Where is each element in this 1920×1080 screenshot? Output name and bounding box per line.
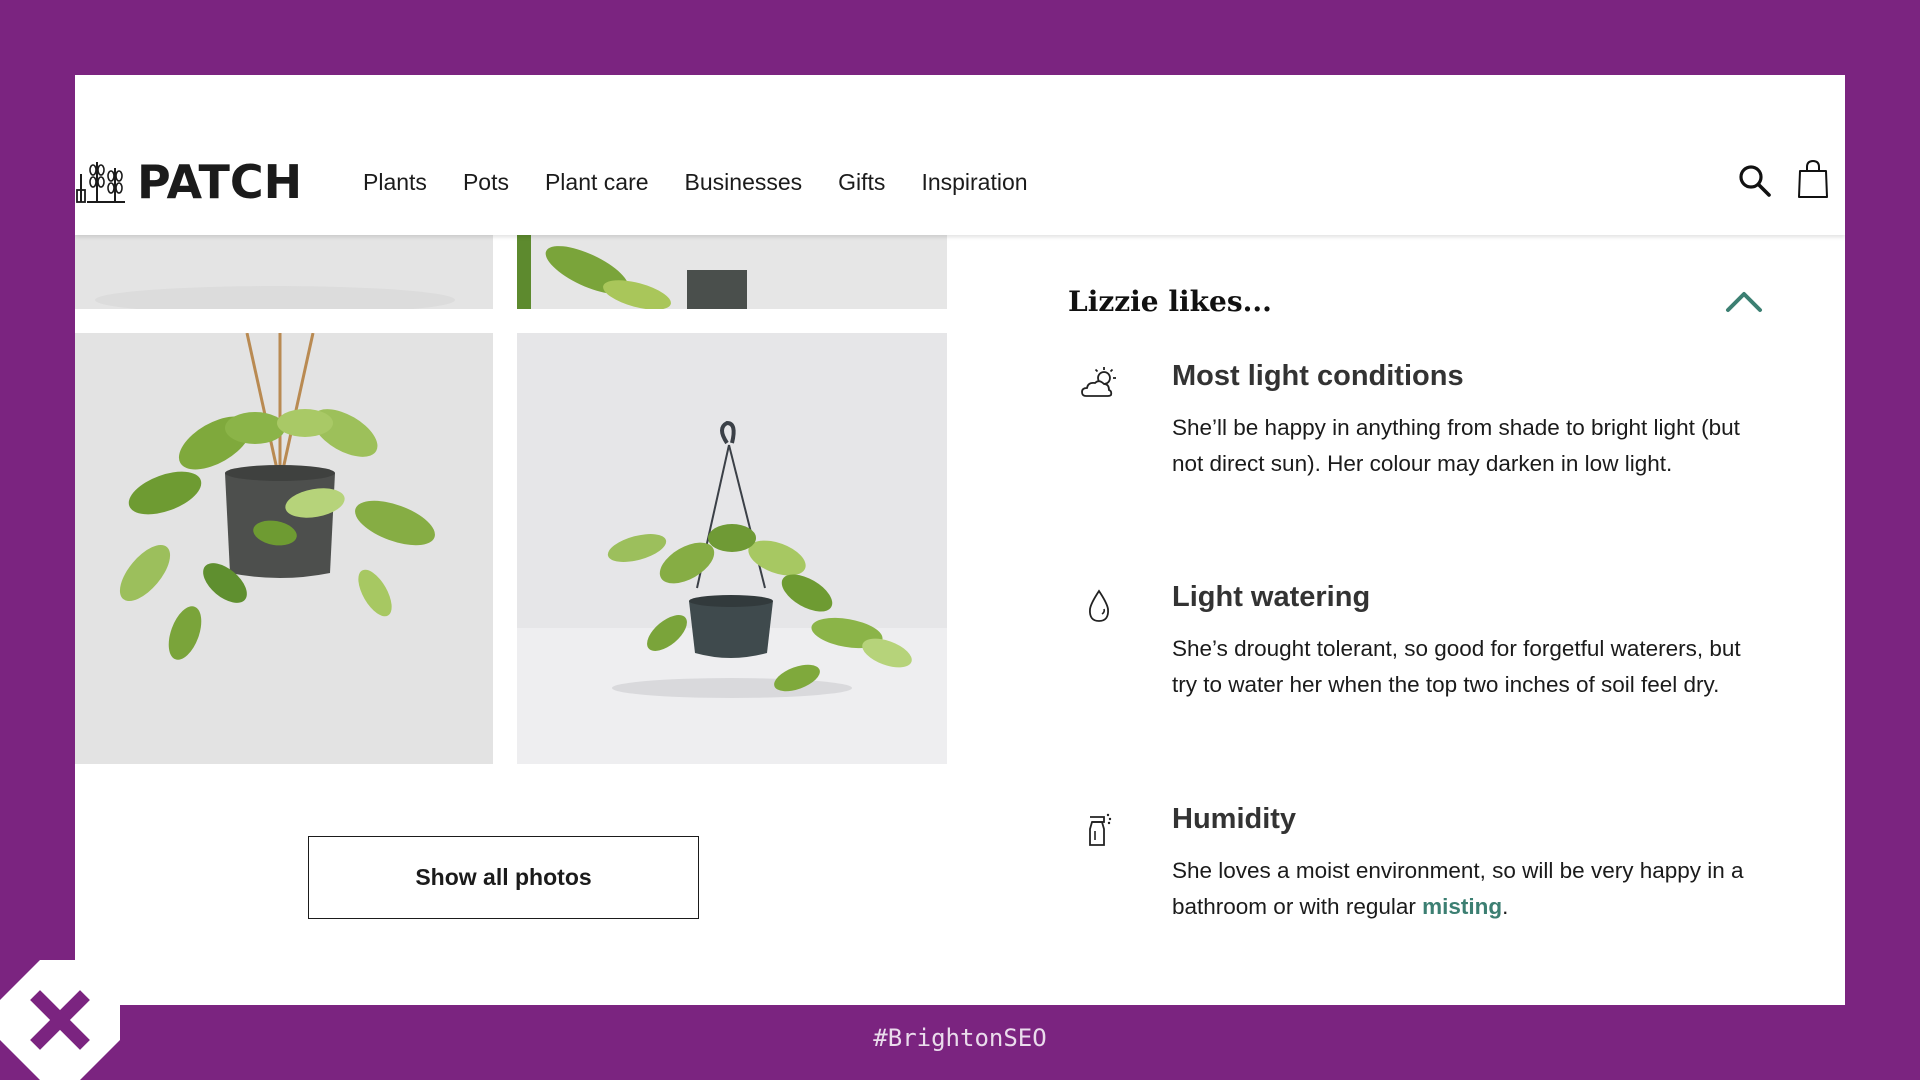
care-heading: Humidity [1172,803,1297,835]
care-heading: Light watering [1172,581,1371,613]
sun-cloud-icon [1078,364,1120,406]
misting-link[interactable]: misting [1422,894,1502,919]
browser-page: Show all photos Lizzie likes... Most lig… [75,75,1845,1005]
care-description: She loves a moist environment, so will b… [1172,853,1762,925]
logo-text: PATCH [137,155,303,209]
product-photo-4[interactable] [517,333,947,764]
product-photo-3[interactable] [75,333,493,764]
care-heading: Most light conditions [1172,360,1464,392]
water-drop-icon [1078,585,1120,627]
site-header: PATCH Plants Pots Plant care Businesses … [75,75,1845,235]
nav-plants[interactable]: Plants [363,165,427,199]
shopping-bag-icon[interactable] [1797,159,1829,199]
nav-plant-care[interactable]: Plant care [545,165,649,199]
spray-bottle-icon [1078,807,1120,849]
event-hashtag: #BrightonSEO [873,1024,1047,1052]
patch-logo[interactable]: PATCH [75,159,302,205]
nav-businesses[interactable]: Businesses [685,165,803,199]
nav-inspiration[interactable]: Inspiration [921,165,1027,199]
nav-gifts[interactable]: Gifts [838,165,885,199]
chevron-up-icon[interactable] [1724,286,1764,314]
show-all-photos-button[interactable]: Show all photos [308,836,699,919]
search-icon[interactable] [1737,163,1773,199]
care-description: She’s drought tolerant, so good for forg… [1172,636,1741,697]
nav-pots[interactable]: Pots [463,165,509,199]
logo-plants-icon [76,162,125,203]
main-nav: Plants Pots Plant care Businesses Gifts … [363,165,1064,199]
care-description-end: . [1502,894,1509,919]
likes-heading: Lizzie likes... [1068,285,1272,318]
care-description: She’ll be happy in anything from shade t… [1172,415,1740,476]
close-badge-icon [0,960,120,1080]
